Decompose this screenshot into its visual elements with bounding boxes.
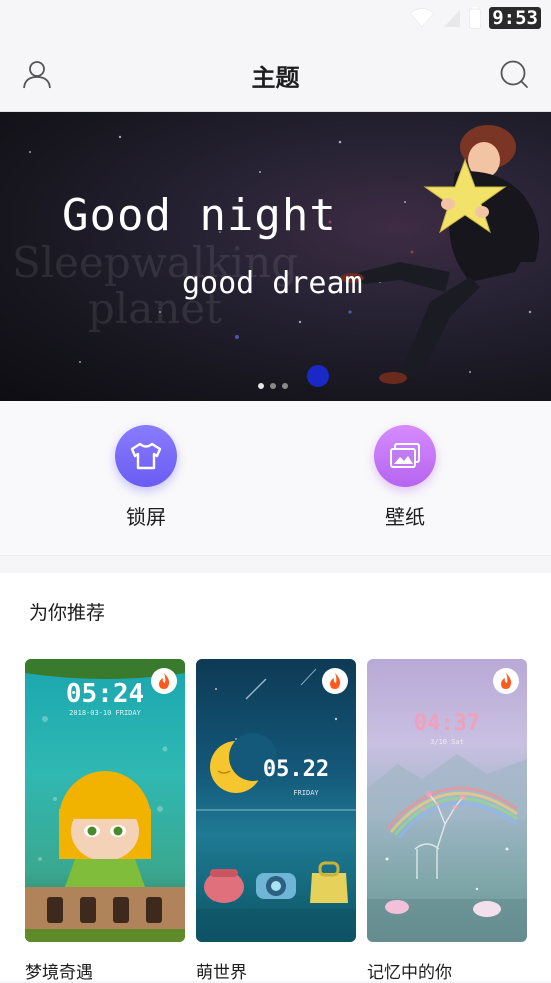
hot-badge [493,668,519,694]
theme-card[interactable]: 04:37 3/10 Sat 记忆中的你 [367,659,527,983]
carousel-indicator [258,383,288,389]
wallpaper-label: 壁纸 [385,505,425,529]
banner-carousel[interactable]: Sleepwalking planet Good night good drea… [0,112,551,401]
status-time: 9:53 [489,7,541,29]
section-title: 为你推荐 [29,602,106,624]
theme-thumbnail[interactable]: 05.22 FRIDAY [196,659,356,942]
banner-subline: good dream [182,266,363,301]
lockscreen-circle[interactable] [115,425,177,487]
shortcut-bar: 锁屏 壁纸 [0,401,551,556]
wifi-icon [409,8,435,28]
carousel-dot[interactable] [258,383,264,389]
flame-icon [159,673,170,689]
battery-icon [469,7,481,29]
floating-figure [340,125,540,384]
flame-icon [330,673,341,689]
recommend-section: 为你推荐 05:24 2018-03-10 FRIDAY 梦境奇遇 05.22 … [0,573,551,983]
theme-card[interactable]: 05:24 2018-03-10 FRIDAY 梦境奇遇 [25,659,185,983]
hot-badge [322,668,348,694]
theme-thumbnail[interactable]: 05:24 2018-03-10 FRIDAY [25,659,185,942]
lockscreen-label: 锁屏 [126,505,166,529]
carousel-dot[interactable] [270,383,276,389]
theme-date: 3/10 Sat [430,738,464,746]
carousel-dot[interactable] [282,383,288,389]
signal-icon [444,10,461,27]
theme-card[interactable]: 05.22 FRIDAY 萌世界 [196,659,356,983]
banner-headline: Good night [62,190,337,241]
lockscreen-shortcut[interactable]: 锁屏 [86,425,206,530]
theme-date: 2018-03-10 FRIDAY [69,709,141,717]
status-bar: 9:53 [0,0,551,36]
tshirt-icon [130,442,162,470]
theme-art [196,668,356,942]
floating-badge-dot [307,365,329,387]
picture-icon [390,443,420,468]
wallpaper-circle[interactable] [374,425,436,487]
theme-clock: 04:37 [413,711,481,736]
search-icon[interactable] [499,59,529,89]
page-title: 主题 [251,64,300,92]
hot-badge [151,668,177,694]
theme-thumbnail[interactable]: 04:37 3/10 Sat [367,659,527,942]
theme-clock: 05.22 [262,757,330,782]
theme-name: 记忆中的你 [367,963,452,983]
app-header: 主题 [0,36,551,112]
theme-name: 萌世界 [196,963,247,983]
wallpaper-shortcut[interactable]: 壁纸 [345,425,465,530]
theme-date: FRIDAY [293,789,319,797]
theme-name: 梦境奇遇 [25,963,93,983]
theme-art [367,754,527,942]
flame-icon [501,673,512,689]
